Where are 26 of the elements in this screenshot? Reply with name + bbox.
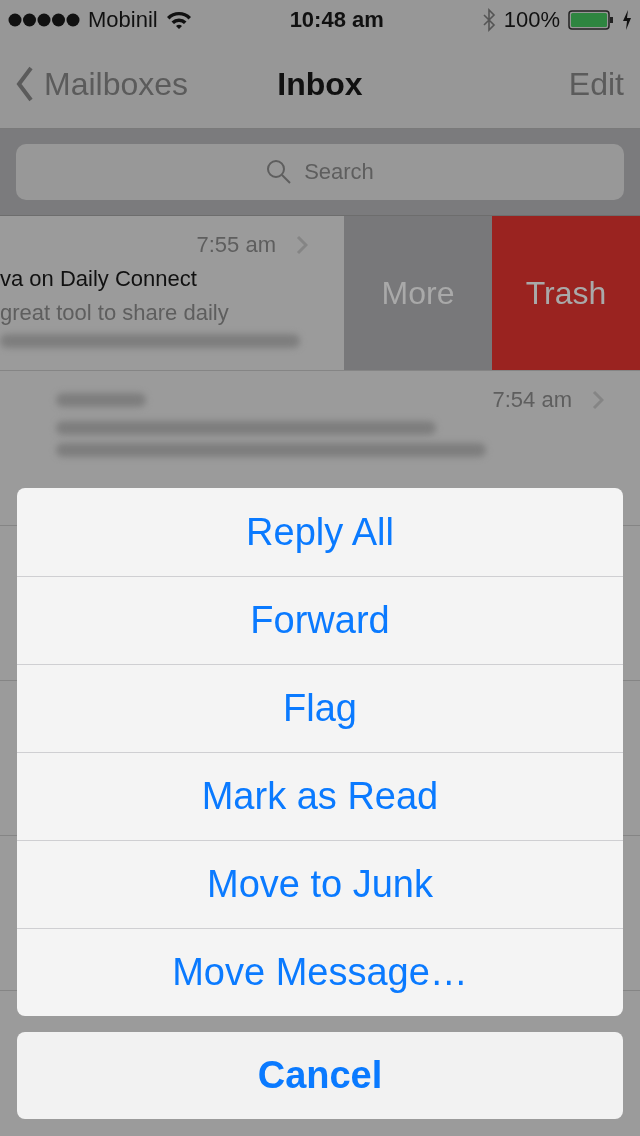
message-time: 7:54 am <box>492 387 572 413</box>
inbox-title: Inbox <box>277 65 363 103</box>
sheet-action[interactable]: Forward <box>17 576 623 664</box>
back-button[interactable]: Mailboxes <box>16 65 278 103</box>
sheet-action[interactable]: Move to Junk <box>17 840 623 928</box>
edit-button[interactable]: Edit <box>568 65 624 103</box>
clock-time: 10:48 am <box>289 7 384 33</box>
signal-icon <box>8 13 80 27</box>
sheet-action[interactable]: Move Message… <box>17 928 623 1016</box>
message-subject: va on Daily Connect <box>0 266 198 292</box>
battery-icon <box>568 10 614 30</box>
cancel-button[interactable]: Cancel <box>17 1032 623 1119</box>
sheet-action[interactable]: Reply All <box>17 488 623 576</box>
message-preview: great tool to share daily <box>0 300 230 326</box>
battery-percent: 100% <box>503 7 560 33</box>
chevron-icon <box>16 66 34 102</box>
wifi-icon <box>165 10 192 30</box>
search-field[interactable]: Search <box>16 144 624 200</box>
sheet-action[interactable]: Flag <box>17 664 623 752</box>
sheet-action[interactable]: Mark as Read <box>17 752 623 840</box>
trash-button[interactable]: Trash <box>492 216 640 370</box>
bluetooth-icon <box>481 8 496 32</box>
charging-icon <box>622 10 632 30</box>
carrier-name: Mobinil <box>88 7 158 33</box>
message-time: 7:55 am <box>196 232 276 258</box>
search-icon <box>266 159 293 185</box>
